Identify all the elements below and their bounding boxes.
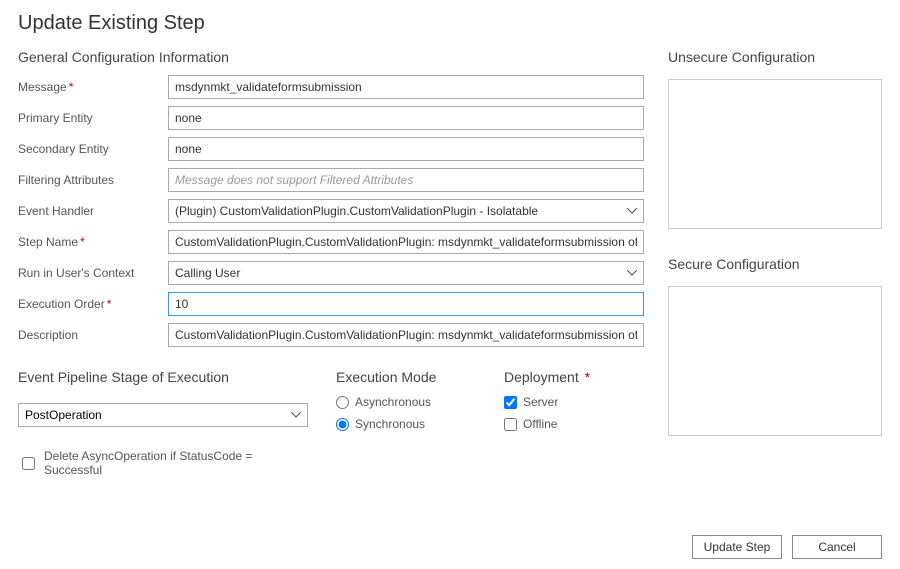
secure-config-heading: Secure Configuration [668,256,882,272]
required-asterisk: * [80,235,85,249]
update-step-button[interactable]: Update Step [692,535,782,559]
sync-radio[interactable] [336,418,349,431]
required-asterisk: * [69,80,74,94]
deployment-heading: Deployment * [504,369,644,385]
message-label: Message* [18,80,168,94]
offline-checkbox[interactable] [504,418,517,431]
cancel-button[interactable]: Cancel [792,535,882,559]
async-label: Asynchronous [355,395,431,409]
delete-async-label: Delete AsyncOperation if StatusCode = Su… [44,449,308,477]
message-label-text: Message [18,80,67,94]
step-name-label-text: Step Name [18,235,78,249]
filtering-attributes-input [168,168,644,192]
event-handler-label: Event Handler [18,204,168,218]
required-asterisk: * [581,369,590,385]
step-name-label: Step Name* [18,235,168,249]
async-radio[interactable] [336,396,349,409]
filtering-attributes-label: Filtering Attributes [18,173,168,187]
pipeline-stage-select[interactable]: PostOperation [18,403,308,427]
step-name-input[interactable] [168,230,644,254]
required-asterisk: * [107,297,112,311]
event-handler-select[interactable]: (Plugin) CustomValidationPlugin.CustomVa… [168,199,644,223]
execution-order-input[interactable] [168,292,644,316]
general-heading: General Configuration Information [18,49,644,65]
offline-label: Offline [523,417,557,431]
primary-entity-label: Primary Entity [18,111,168,125]
description-label: Description [18,328,168,342]
execution-order-label-text: Execution Order [18,297,105,311]
run-context-label: Run in User's Context [18,266,168,280]
execution-order-label: Execution Order* [18,297,168,311]
exec-mode-heading: Execution Mode [336,369,476,385]
unsecure-config-textarea[interactable] [668,79,882,229]
primary-entity-input[interactable] [168,106,644,130]
pipeline-heading: Event Pipeline Stage of Execution [18,369,308,385]
unsecure-config-heading: Unsecure Configuration [668,49,882,65]
secondary-entity-label: Secondary Entity [18,142,168,156]
server-checkbox[interactable] [504,396,517,409]
description-input[interactable] [168,323,644,347]
page-title: Update Existing Step [0,0,900,43]
secure-config-textarea[interactable] [668,286,882,436]
message-input[interactable] [168,75,644,99]
delete-async-checkbox[interactable] [22,457,35,470]
deployment-heading-text: Deployment [504,369,579,385]
run-context-select[interactable]: Calling User [168,261,644,285]
sync-label: Synchronous [355,417,425,431]
server-label: Server [523,395,558,409]
secondary-entity-input[interactable] [168,137,644,161]
